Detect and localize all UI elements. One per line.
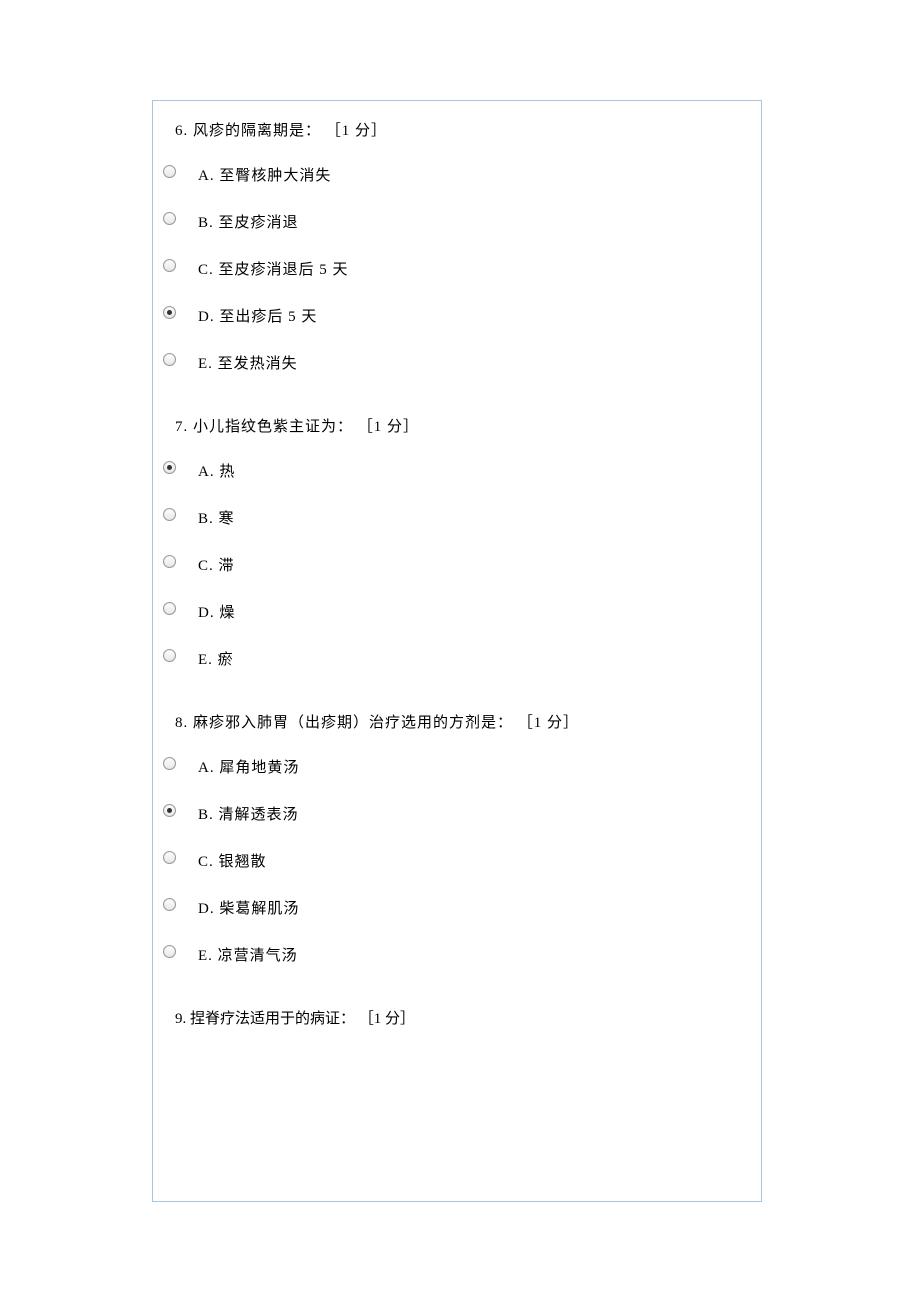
option-row[interactable]: D. 柴葛解肌汤 [161, 891, 761, 918]
option-text: D. 至出疹后 5 天 [198, 299, 317, 326]
question-number: 8. [175, 715, 188, 731]
option-text: B. 至皮疹消退 [198, 205, 299, 232]
radio-icon[interactable] [163, 945, 176, 958]
question-8-title: 8. 麻疹邪入肺胃（出疹期）治疗选用的方剂是： ［1 分］ [175, 711, 761, 732]
question-points: ［1 分］ [326, 123, 387, 139]
option-text: A. 犀角地黄汤 [198, 750, 299, 777]
question-text: 风疹的隔离期是： [193, 123, 321, 139]
question-7: 7. 小儿指纹色紫主证为： ［1 分］ A. 热 B. 寒 C. 滞 D. 燥 … [161, 415, 761, 669]
option-text: D. 燥 [198, 595, 235, 622]
option-text: B. 清解透表汤 [198, 797, 299, 824]
option-row[interactable]: E. 瘀 [161, 642, 761, 669]
question-points: ［1 分］ [359, 1011, 415, 1027]
option-row[interactable]: C. 滞 [161, 548, 761, 575]
option-text: B. 寒 [198, 501, 235, 528]
option-row[interactable]: D. 至出疹后 5 天 [161, 299, 761, 326]
exam-container: 6. 风疹的隔离期是： ［1 分］ A. 至臀核肿大消失 B. 至皮疹消退 C.… [152, 100, 762, 1202]
radio-icon[interactable] [163, 508, 176, 521]
radio-icon[interactable] [163, 898, 176, 911]
question-8: 8. 麻疹邪入肺胃（出疹期）治疗选用的方剂是： ［1 分］ A. 犀角地黄汤 B… [161, 711, 761, 965]
option-text: E. 凉营清气汤 [198, 938, 298, 965]
radio-icon-selected[interactable] [163, 461, 176, 474]
question-6: 6. 风疹的隔离期是： ［1 分］ A. 至臀核肿大消失 B. 至皮疹消退 C.… [161, 119, 761, 373]
question-9-title: 9. 捏脊疗法适用于的病证： ［1 分］ [175, 1007, 761, 1028]
question-text: 麻疹邪入肺胃（出疹期）治疗选用的方剂是： [193, 715, 513, 731]
radio-icon[interactable] [163, 851, 176, 864]
radio-icon-selected[interactable] [163, 804, 176, 817]
option-text: C. 银翘散 [198, 844, 267, 871]
radio-icon[interactable] [163, 555, 176, 568]
radio-icon[interactable] [163, 353, 176, 366]
option-text: E. 至发热消失 [198, 346, 298, 373]
question-text: 小儿指纹色紫主证为： [193, 419, 353, 435]
option-text: A. 热 [198, 454, 235, 481]
option-row[interactable]: A. 犀角地黄汤 [161, 750, 761, 777]
option-row[interactable]: B. 至皮疹消退 [161, 205, 761, 232]
radio-icon-selected[interactable] [163, 306, 176, 319]
option-row[interactable]: A. 至臀核肿大消失 [161, 158, 761, 185]
question-6-title: 6. 风疹的隔离期是： ［1 分］ [175, 119, 761, 140]
option-text: C. 滞 [198, 548, 235, 575]
option-row[interactable]: B. 寒 [161, 501, 761, 528]
question-number: 7. [175, 419, 188, 435]
radio-icon[interactable] [163, 259, 176, 272]
option-row[interactable]: E. 凉营清气汤 [161, 938, 761, 965]
question-text: 捏脊疗法适用于的病证： [190, 1011, 355, 1027]
radio-icon[interactable] [163, 165, 176, 178]
question-points: ［1 分］ [518, 715, 579, 731]
radio-icon[interactable] [163, 649, 176, 662]
option-text: C. 至皮疹消退后 5 天 [198, 252, 349, 279]
option-row[interactable]: B. 清解透表汤 [161, 797, 761, 824]
option-row[interactable]: C. 至皮疹消退后 5 天 [161, 252, 761, 279]
option-row[interactable]: D. 燥 [161, 595, 761, 622]
option-text: D. 柴葛解肌汤 [198, 891, 299, 918]
option-text: E. 瘀 [198, 642, 234, 669]
radio-icon[interactable] [163, 757, 176, 770]
option-row[interactable]: C. 银翘散 [161, 844, 761, 871]
question-number: 9. [175, 1011, 186, 1027]
radio-icon[interactable] [163, 212, 176, 225]
option-text: A. 至臀核肿大消失 [198, 158, 331, 185]
option-row[interactable]: E. 至发热消失 [161, 346, 761, 373]
option-row[interactable]: A. 热 [161, 454, 761, 481]
question-points: ［1 分］ [358, 419, 419, 435]
question-7-title: 7. 小儿指纹色紫主证为： ［1 分］ [175, 415, 761, 436]
radio-icon[interactable] [163, 602, 176, 615]
question-number: 6. [175, 123, 188, 139]
